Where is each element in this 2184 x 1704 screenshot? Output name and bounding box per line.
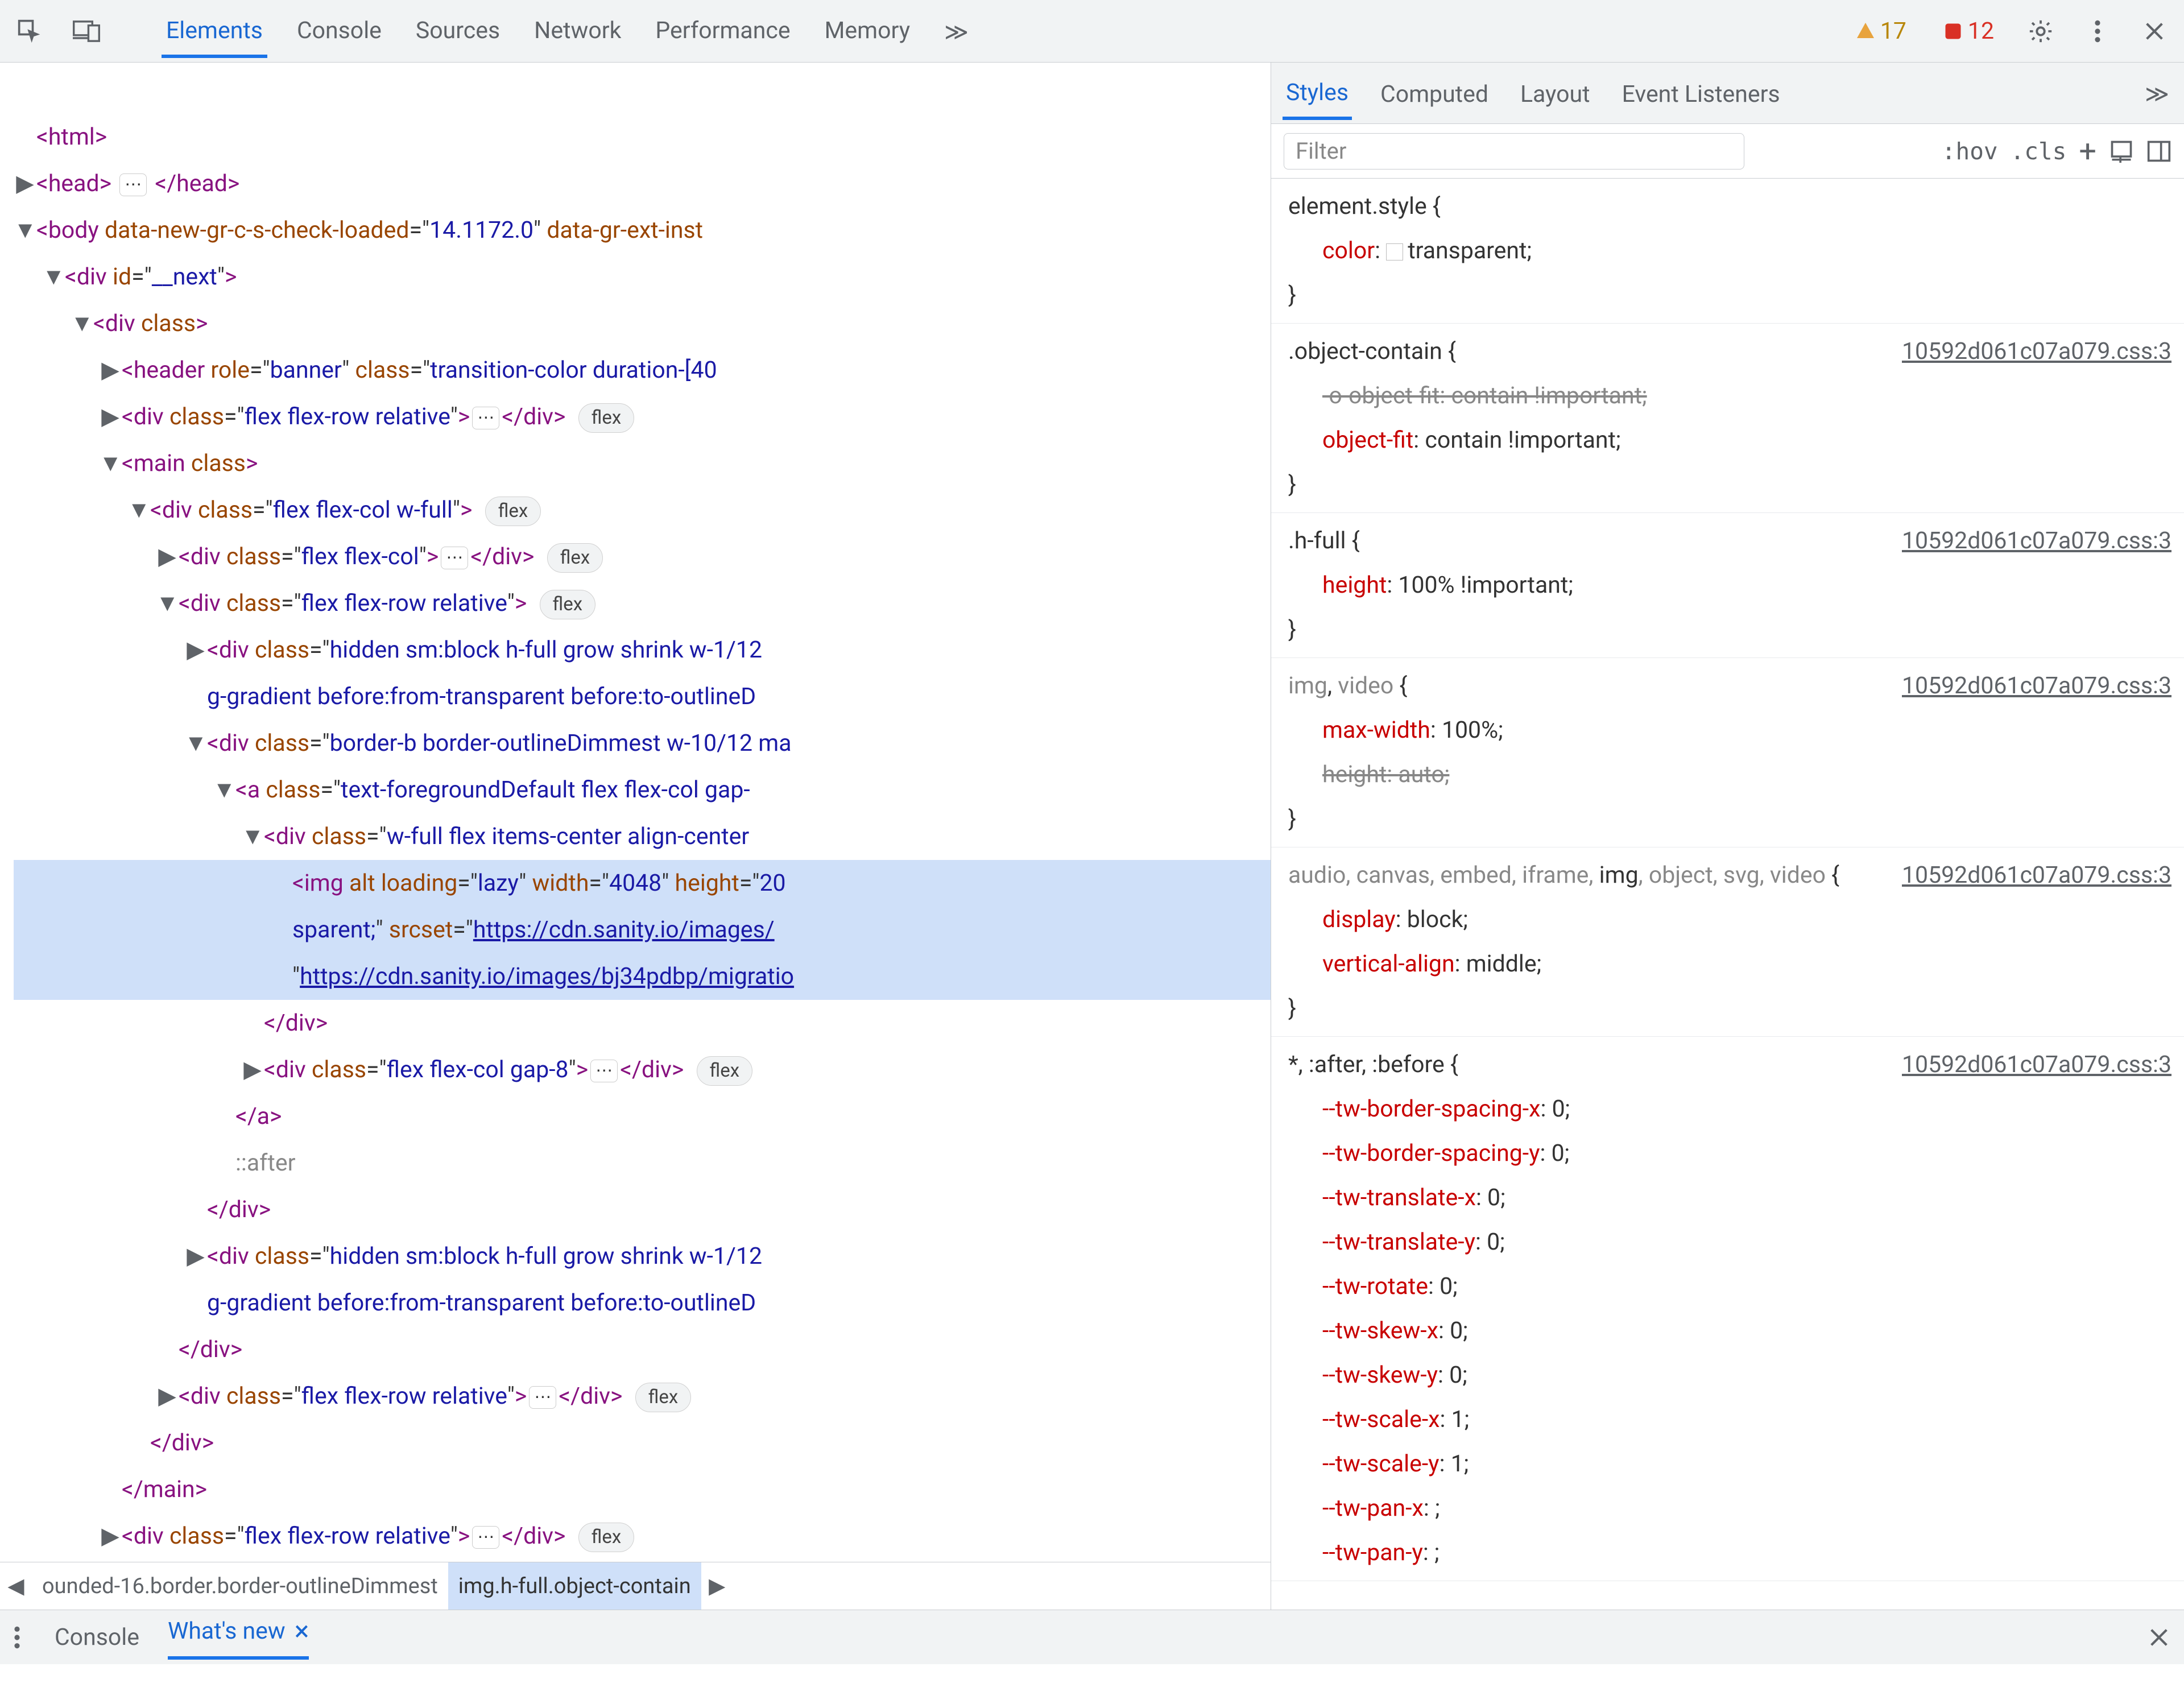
dom-tree-line[interactable]: <img alt loading="lazy" width="4048" hei… — [14, 860, 1271, 907]
more-menu-icon[interactable] — [2082, 15, 2113, 47]
dom-tree-line[interactable]: ::after — [14, 1140, 1271, 1186]
stylesheet-link[interactable]: 10592d061c07a079.css:3 — [1902, 329, 2171, 374]
inspect-icon[interactable] — [14, 15, 46, 47]
dom-tree-line[interactable]: ▼<div class="w-full flex items-center al… — [14, 813, 1271, 860]
styles-filter-input[interactable]: Filter — [1284, 133, 1744, 169]
dom-tree-line[interactable]: ▼<div class> — [14, 300, 1271, 347]
dom-tree-line[interactable]: </div> — [14, 1186, 1271, 1233]
panel-tab-performance[interactable]: Performance — [651, 5, 795, 58]
drawer-more-icon[interactable] — [14, 1625, 20, 1650]
dom-tree-line[interactable]: ▶<div class="flex flex-row relative">⋯</… — [14, 1373, 1271, 1420]
dom-tree-line[interactable]: ▼<a class="text-foregroundDefault flex f… — [14, 767, 1271, 813]
dom-tree-line[interactable]: ▼<div id="__next"> — [14, 254, 1271, 300]
dom-tree-line[interactable]: ▶<div class="flex flex-col gap-8">⋯</div… — [14, 1047, 1271, 1093]
dom-tree-line[interactable]: ▶<div class="flex flex-row relative">⋯</… — [14, 394, 1271, 440]
dom-tree-line[interactable]: ▶<div class="flex flex-col">⋯</div> flex — [14, 533, 1271, 580]
panel-tab-memory[interactable]: Memory — [820, 5, 915, 58]
style-rule[interactable]: img, video {10592d061c07a079.css:3max-wi… — [1271, 658, 2184, 847]
drawer-close-icon[interactable] — [2148, 1626, 2170, 1649]
panel-tab-console[interactable]: Console — [292, 5, 386, 58]
dom-tree-line[interactable]: ▼<div class="flex flex-col w-full"> flex — [14, 487, 1271, 533]
device-toggle-icon[interactable] — [71, 15, 102, 47]
close-tab-icon[interactable]: × — [295, 1615, 309, 1647]
hov-button[interactable]: :hov — [1942, 138, 1998, 165]
devtools-body: <html>▶<head> ⋯ </head>▼<body data-new-g… — [0, 63, 2184, 1610]
style-rules[interactable]: element.style {color: transparent;}.obje… — [1271, 179, 2184, 1610]
warning-icon — [1855, 21, 1876, 42]
error-count-badge[interactable]: 12 — [1937, 15, 2000, 47]
dom-tree-line[interactable]: sparent;" srcset="https://cdn.sanity.io/… — [14, 907, 1271, 953]
elements-panel: <html>▶<head> ⋯ </head>▼<body data-new-g… — [0, 63, 1271, 1610]
dom-tree-line[interactable]: ▼<div class="border-b border-outlineDimm… — [14, 720, 1271, 767]
breadcrumb-crumb-selected[interactable]: img.h-full.object-contain — [448, 1562, 701, 1610]
dom-tree-line[interactable]: "https://cdn.sanity.io/images/bj34pdbp/m… — [14, 953, 1271, 1000]
breadcrumb-scroll-right-icon[interactable]: ▶ — [701, 1562, 733, 1610]
dom-tree-line[interactable]: </div> — [14, 1420, 1271, 1466]
panel-tabs: Elements Console Sources Network Performance… — [162, 5, 915, 58]
error-count: 12 — [1968, 18, 1994, 45]
styles-toolbar: Filter :hov .cls + — [1271, 124, 2184, 179]
dom-tree-line[interactable]: </a> — [14, 1093, 1271, 1140]
drawer-tab-what-s-new[interactable]: What's new× — [168, 1615, 309, 1660]
stylesheet-link[interactable]: 10592d061c07a079.css:3 — [1902, 519, 2171, 563]
sidebar-tabs-overflow[interactable]: ≫ — [2141, 68, 2173, 118]
panel-tabs-overflow[interactable]: ≫ — [940, 6, 973, 56]
breadcrumb-scroll-left-icon[interactable]: ◀ — [0, 1562, 32, 1610]
cls-button[interactable]: .cls — [2011, 138, 2067, 165]
toggle-sidebar-icon[interactable] — [2146, 139, 2171, 164]
panel-tab-elements[interactable]: Elements — [162, 5, 267, 58]
dom-tree-line[interactable]: ▶<header role="banner" class="transition… — [14, 347, 1271, 394]
dom-tree-line[interactable]: ▶<div class="hidden sm:block h-full grow… — [14, 627, 1271, 673]
devtools-toolbar: Elements Console Sources Network Performance… — [0, 0, 2184, 63]
style-rule[interactable]: element.style {color: transparent;} — [1271, 179, 2184, 324]
error-icon — [1943, 21, 1963, 42]
dom-tree-line[interactable] — [14, 67, 1271, 114]
sidebar-tab-computed[interactable]: Computed — [1377, 68, 1492, 118]
dom-tree-line[interactable]: </div> — [14, 1326, 1271, 1373]
settings-gear-icon[interactable] — [2025, 15, 2057, 47]
sidebar-tab-styles[interactable]: Styles — [1283, 67, 1352, 120]
breadcrumb: ◀ ounded-16.border.border-outlineDimmest… — [0, 1562, 1271, 1610]
dom-tree-line[interactable]: </div> — [14, 1000, 1271, 1047]
style-rule[interactable]: audio, canvas, embed, iframe, img, objec… — [1271, 847, 2184, 1037]
panel-tab-sources[interactable]: Sources — [411, 5, 504, 58]
stylesheet-link[interactable]: 10592d061c07a079.css:3 — [1902, 1043, 2171, 1087]
new-style-rule-icon[interactable]: + — [2079, 133, 2096, 169]
dom-tree-line[interactable]: ▶<div class="flex flex-row relative">⋯</… — [14, 1513, 1271, 1560]
panel-tab-network[interactable]: Network — [530, 5, 626, 58]
drawer: Console What's new× — [0, 1610, 2184, 1664]
sidebar-tabs: Styles Computed Layout Event Listeners ≫ — [1271, 63, 2184, 124]
drawer-tab-console[interactable]: Console — [55, 1624, 139, 1651]
computed-styles-icon[interactable] — [2109, 139, 2134, 164]
dom-tree-line[interactable]: g-gradient before:from-transparent befor… — [14, 673, 1271, 720]
dom-tree-line[interactable]: ▶<head> ⋯ </head> — [14, 160, 1271, 207]
dom-tree[interactable]: <html>▶<head> ⋯ </head>▼<body data-new-g… — [0, 63, 1271, 1564]
dom-tree-line[interactable]: ▼<body data-new-gr-c-s-check-loaded="14.… — [14, 207, 1271, 254]
dom-tree-line[interactable]: ▼<div class="flex flex-row relative"> fl… — [14, 580, 1271, 627]
sidebar-tab-event-listeners[interactable]: Event Listeners — [1619, 68, 1784, 118]
style-rule[interactable]: *, :after, :before {10592d061c07a079.css… — [1271, 1037, 2184, 1581]
breadcrumb-crumb-parent[interactable]: ounded-16.border.border-outlineDimmest — [32, 1562, 448, 1610]
stylesheet-link[interactable]: 10592d061c07a079.css:3 — [1902, 664, 2171, 708]
dom-tree-line[interactable]: ▶<div class="hidden sm:block h-full grow… — [14, 1233, 1271, 1280]
stylesheet-link[interactable]: 10592d061c07a079.css:3 — [1902, 853, 2171, 898]
style-rule[interactable]: .object-contain {10592d061c07a079.css:3-… — [1271, 324, 2184, 513]
dom-tree-line[interactable]: <html> — [14, 114, 1271, 160]
dom-tree-line[interactable]: ▼<main class> — [14, 440, 1271, 487]
styles-pane: Styles Computed Layout Event Listeners ≫ Fil… — [1271, 63, 2184, 1610]
dom-tree-line[interactable]: g-gradient before:from-transparent befor… — [14, 1280, 1271, 1326]
dom-tree-line[interactable]: </main> — [14, 1466, 1271, 1513]
sidebar-tab-layout[interactable]: Layout — [1517, 68, 1594, 118]
close-devtools-icon[interactable] — [2138, 15, 2170, 47]
warning-count-badge[interactable]: 17 — [1850, 15, 1912, 47]
style-rule[interactable]: .h-full {10592d061c07a079.css:3height: 1… — [1271, 513, 2184, 658]
warning-count: 17 — [1880, 18, 1906, 45]
